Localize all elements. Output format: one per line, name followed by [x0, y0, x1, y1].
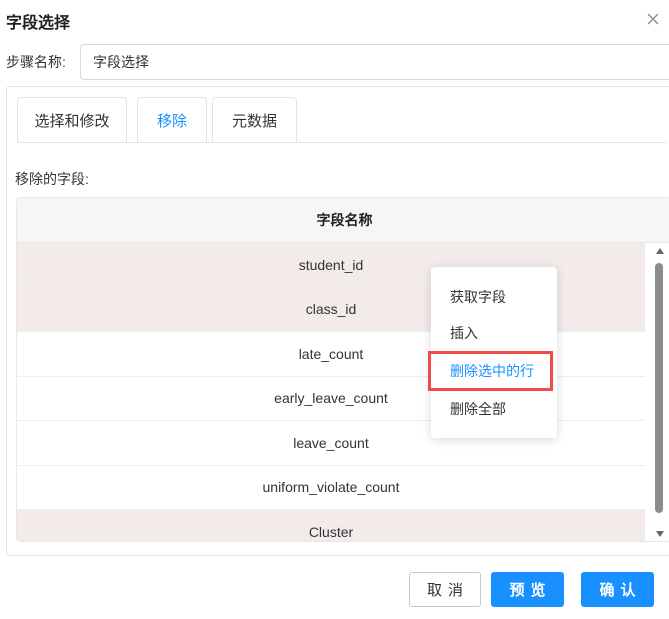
- table-row[interactable]: Cluster: [17, 510, 645, 541]
- menu-item-delete-all[interactable]: 删除全部: [431, 391, 557, 427]
- step-name-label: 步骤名称:: [6, 54, 66, 70]
- tab-remove[interactable]: 移除: [137, 97, 207, 143]
- menu-item-get-fields[interactable]: 获取字段: [431, 279, 557, 315]
- scroll-up-arrow-icon[interactable]: [656, 248, 664, 254]
- table-scrollbar[interactable]: [653, 243, 667, 541]
- scroll-down-arrow-icon[interactable]: [656, 531, 664, 537]
- removed-fields-table: 字段名称 student_id class_id late_count earl…: [16, 197, 669, 542]
- scroll-thumb[interactable]: [655, 263, 663, 513]
- tab-metadata[interactable]: 元数据: [212, 97, 297, 143]
- tabs-panel: 选择和修改 移除 元数据 移除的字段: 字段名称 student_id clas…: [6, 86, 669, 556]
- tab-divider: [17, 142, 667, 143]
- menu-item-insert[interactable]: 插入: [431, 315, 557, 351]
- preview-button[interactable]: 预览: [491, 572, 564, 607]
- tab-select-modify[interactable]: 选择和修改: [17, 97, 127, 143]
- dialog-title: 字段选择: [6, 15, 71, 32]
- confirm-button[interactable]: 确认: [581, 572, 654, 607]
- close-icon[interactable]: [643, 9, 663, 29]
- removed-fields-label: 移除的字段:: [15, 171, 89, 187]
- cancel-button[interactable]: 取消: [409, 572, 481, 607]
- step-name-input[interactable]: [80, 44, 669, 80]
- table-row[interactable]: uniform_violate_count: [17, 465, 645, 510]
- menu-item-delete-selected-rows[interactable]: 删除选中的行: [431, 353, 557, 389]
- context-menu: 获取字段 插入 删除选中的行 删除全部: [431, 267, 557, 438]
- column-header-field-name[interactable]: 字段名称: [17, 198, 669, 243]
